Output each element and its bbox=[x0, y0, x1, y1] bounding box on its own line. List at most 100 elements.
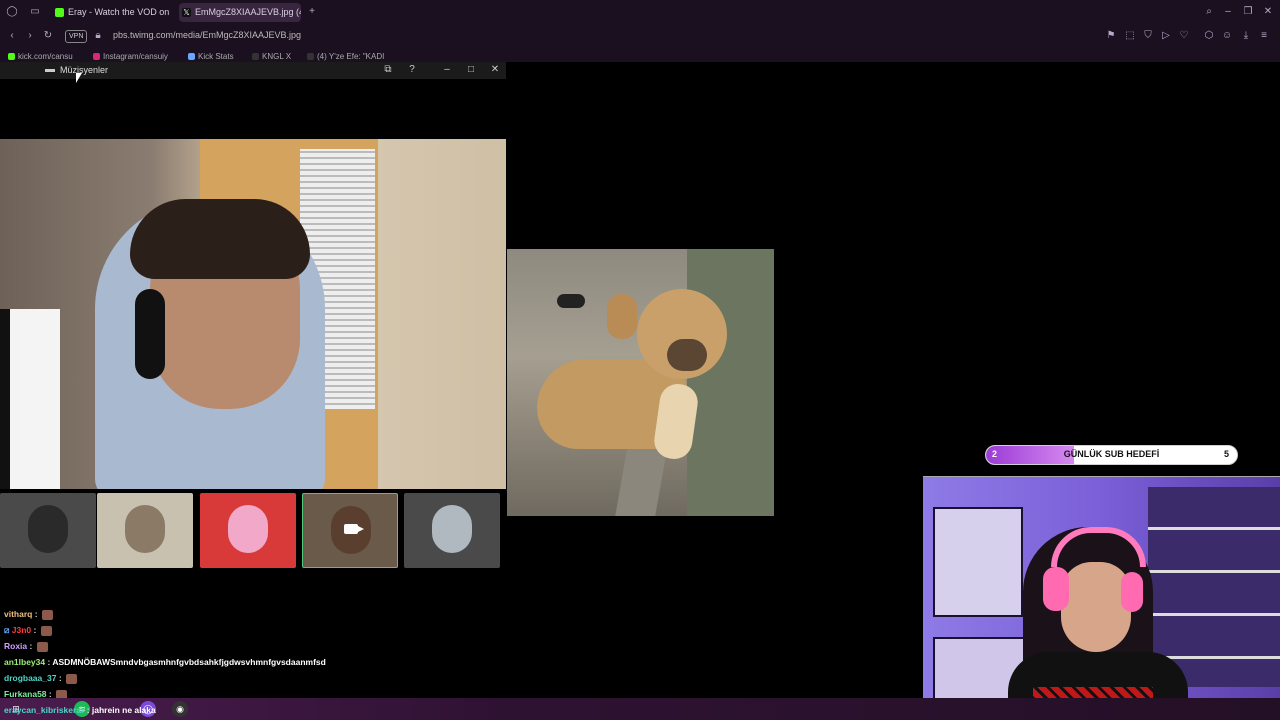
camera-icon bbox=[344, 524, 364, 534]
participant-thumbnail[interactable] bbox=[0, 493, 96, 568]
restore-icon[interactable]: ❐ bbox=[1242, 6, 1254, 18]
lock-icon[interactable]: 🔒︎ bbox=[92, 30, 104, 42]
chat-message: ⧄ J3n0 : bbox=[4, 625, 52, 636]
mouse-cursor-icon bbox=[76, 73, 82, 83]
streamer-webcam bbox=[923, 476, 1280, 720]
chat-message: eraycan_kibriskerar : jahrein ne alaka bbox=[4, 705, 156, 715]
bookmarks-bar: kick.com/cansu Instagram/cansuiy Kick St… bbox=[0, 48, 1280, 62]
photo-dog-muzzle bbox=[667, 339, 707, 371]
chat-username: drogbaaa_37 bbox=[4, 673, 57, 683]
participant-thumbnails bbox=[0, 493, 506, 568]
opera-menu-icon[interactable]: ◯ bbox=[6, 6, 18, 18]
sub-goal-bar: 2 GÜNLÜK SUB HEDEFİ 5 bbox=[985, 445, 1238, 465]
taskbar: eraycan_kibriskerar : jahrein ne alaka ⊞… bbox=[0, 698, 1280, 720]
participant-thumbnail[interactable] bbox=[200, 493, 296, 568]
participant-hair bbox=[130, 199, 310, 279]
bookmark-item[interactable]: Instagram/cansuiy bbox=[93, 52, 168, 61]
reload-icon[interactable]: ↻ bbox=[42, 30, 54, 42]
chat-text: jahrein ne alaka bbox=[91, 705, 156, 715]
help-icon[interactable]: ? bbox=[406, 64, 418, 76]
musicians-call-window: ▬ Müzisyenler ⧉ ? – □ ✕ bbox=[0, 62, 506, 627]
play-icon[interactable]: ▷ bbox=[1160, 30, 1172, 42]
chat-message: vitharq : bbox=[4, 609, 53, 620]
chat-overlay: vitharq : ⧄ J3n0 : Roxia : an1lbey34 : A… bbox=[0, 606, 520, 702]
headphones-icon bbox=[1121, 572, 1143, 612]
account-icon[interactable]: ☺ bbox=[1221, 30, 1233, 42]
emote-icon bbox=[41, 609, 53, 620]
app-icon: ▬ bbox=[45, 64, 55, 75]
tab-label: EmMgcZ8XIAAJEVB.jpg (4 bbox=[195, 7, 301, 17]
workspaces-icon[interactable]: ▭ bbox=[29, 6, 41, 18]
badge-icon: ⧄ bbox=[4, 625, 10, 635]
bookmark-item[interactable]: (4) Y'ze Efe: "KADI bbox=[307, 52, 384, 61]
sub-goal-end: 5 bbox=[1223, 449, 1229, 459]
photo-black-dog bbox=[557, 294, 585, 308]
heart-icon[interactable]: ♡ bbox=[1178, 30, 1190, 42]
chat-username: J3n0 bbox=[11, 625, 32, 635]
minimize-icon[interactable]: – bbox=[1222, 6, 1234, 18]
chat-username: Roxia bbox=[4, 641, 28, 651]
minimize-icon[interactable]: – bbox=[441, 64, 453, 76]
photo-small-dog bbox=[607, 294, 637, 339]
kick-icon bbox=[55, 8, 64, 17]
sub-goal-label: GÜNLÜK SUB HEDEFİ bbox=[1063, 449, 1160, 459]
chat-username: eraycan_kibriskerar bbox=[4, 705, 85, 715]
avatar bbox=[432, 505, 472, 553]
new-tab-button[interactable]: + bbox=[306, 6, 318, 18]
avatar bbox=[125, 505, 165, 553]
maximize-icon[interactable]: □ bbox=[465, 64, 477, 76]
search-icon[interactable]: ⌕ bbox=[1203, 6, 1215, 18]
stats-icon bbox=[188, 53, 195, 60]
x-icon bbox=[252, 53, 259, 60]
participant-thumbnail[interactable] bbox=[97, 493, 193, 568]
emote-icon bbox=[40, 625, 52, 636]
forward-icon[interactable]: › bbox=[24, 30, 36, 42]
chat-message: Roxia : bbox=[4, 641, 48, 652]
instagram-icon bbox=[93, 53, 100, 60]
chat-username: vitharq bbox=[4, 609, 33, 619]
bookmark-item[interactable]: Kick Stats bbox=[188, 52, 234, 61]
back-icon[interactable]: ‹ bbox=[6, 30, 18, 42]
download-icon[interactable]: ⤓ bbox=[1240, 30, 1252, 42]
tab-label: Eray - Watch the VOD on K bbox=[68, 7, 170, 17]
menu-icon[interactable]: ≡ bbox=[1258, 30, 1270, 42]
headset-icon bbox=[135, 289, 165, 379]
main-video-feed[interactable] bbox=[0, 139, 506, 489]
tab-kick-vod[interactable]: Eray - Watch the VOD on K bbox=[52, 3, 170, 22]
close-icon[interactable]: ✕ bbox=[489, 64, 501, 76]
tab-image[interactable]: 𝕏 EmMgcZ8XIAAJEVB.jpg (4 bbox=[179, 3, 301, 22]
bookmark-icon[interactable]: ⚑ bbox=[1105, 30, 1117, 42]
background-jersey bbox=[0, 309, 60, 489]
streamer-face bbox=[1061, 562, 1131, 652]
kick-icon bbox=[8, 53, 15, 60]
close-icon[interactable]: ✕ bbox=[1262, 6, 1274, 18]
avatar bbox=[28, 505, 68, 553]
x-icon: 𝕏 bbox=[182, 8, 191, 17]
pip-icon[interactable]: ⧉ bbox=[382, 64, 394, 76]
x-icon bbox=[307, 53, 314, 60]
snapshot-icon[interactable]: ⬚ bbox=[1124, 30, 1136, 42]
avatar bbox=[228, 505, 268, 553]
chat-text: ASDMNÖBAWSmndvbgasmhnfgvbdsahkfjgdwsvhmn… bbox=[52, 657, 326, 667]
obs-icon[interactable]: ◉ bbox=[172, 701, 188, 717]
chat-message: drogbaaa_37 : bbox=[4, 673, 78, 684]
shield-icon[interactable]: ⛉ bbox=[1142, 30, 1154, 42]
chat-message: an1lbey34 : ASDMNÖBAWSmndvbgasmhnfgvbdsa… bbox=[4, 657, 326, 667]
extensions-icon[interactable]: ⬡ bbox=[1203, 30, 1215, 42]
photo-wall bbox=[687, 249, 774, 516]
vpn-badge[interactable]: VPN bbox=[65, 30, 88, 43]
participant-thumbnail[interactable] bbox=[404, 493, 500, 568]
bookmark-item[interactable]: kick.com/cansu bbox=[8, 52, 73, 61]
emote-icon bbox=[36, 641, 48, 652]
wall-art bbox=[933, 507, 1023, 617]
participant-thumbnail-active[interactable] bbox=[302, 493, 398, 568]
headphones-icon bbox=[1043, 567, 1069, 611]
window-title: Müzisyenler bbox=[60, 65, 109, 75]
dog-photo bbox=[507, 249, 774, 516]
bookmark-item[interactable]: KNGL X bbox=[252, 52, 291, 61]
browser-tab-bar: ◯ ▭ Eray - Watch the VOD on K 𝕏 EmMgcZ8X… bbox=[0, 0, 1280, 25]
emote-icon bbox=[66, 673, 78, 684]
chat-username: an1lbey34 bbox=[4, 657, 46, 667]
address-bar: ‹ › ↻ VPN 🔒︎ pbs.twimg.com/media/EmMgcZ8… bbox=[0, 25, 1280, 48]
url-field[interactable]: pbs.twimg.com/media/EmMgcZ8XIAAJEVB.jpg bbox=[113, 30, 301, 40]
